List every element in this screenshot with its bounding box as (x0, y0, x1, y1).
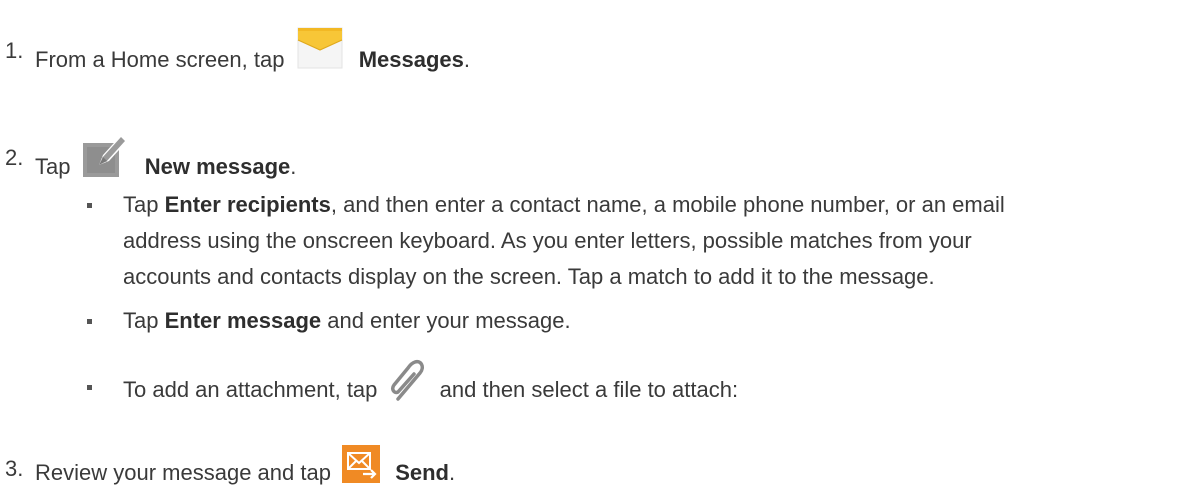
new-message-pencil-icon (81, 129, 131, 179)
bullet-marker (87, 385, 92, 390)
step-number: 1. (5, 38, 24, 63)
messages-label: Messages (358, 46, 464, 72)
send-icon (341, 444, 381, 484)
send-label: Send (395, 459, 449, 485)
step-number: 2. (5, 145, 24, 170)
paperclip-icon (388, 359, 426, 403)
step-text: Tap (35, 153, 71, 179)
enter-recipients-label: Enter recipients (164, 192, 331, 217)
enter-message-label: Enter message (164, 308, 322, 333)
bullet-item-attachment: To add an attachment, tap and then selec… (123, 359, 1183, 413)
step-number: 3. (5, 456, 24, 481)
bullet-item-recipients: Tap Enter recipients, and then enter a c… (123, 192, 1005, 289)
step-text: Review your message and tap (35, 459, 331, 485)
new-message-label: New message (144, 153, 291, 179)
messages-envelope-icon (295, 22, 345, 72)
bullet-item-message: Tap Enter message and enter your message… (123, 308, 571, 333)
bullet-marker (87, 319, 92, 324)
bullet-marker (87, 203, 92, 208)
step-text: From a Home screen, tap (35, 46, 285, 72)
